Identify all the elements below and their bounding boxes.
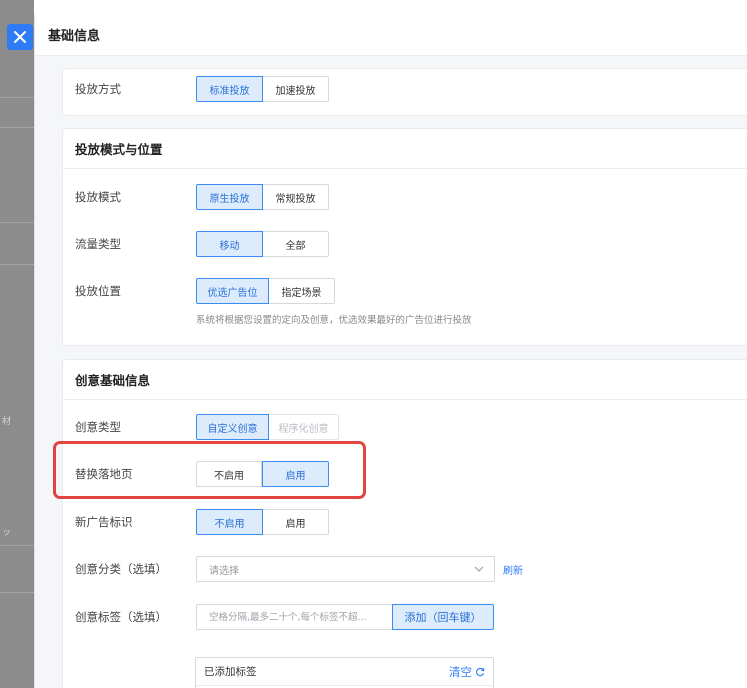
mode-row: 投放模式 原生投放 常规投放 [75, 183, 747, 211]
traffic-row: 流量类型 移动 全部 [75, 230, 747, 258]
creative-type-label: 创意类型 [75, 420, 121, 434]
mode-option-regular[interactable]: 常规投放 [263, 184, 329, 210]
traffic-option-mobile[interactable]: 移动 [196, 231, 263, 257]
clear-tags-label: 清空 [449, 664, 472, 679]
delivery-card: 投放方式 标准投放 加速投放 [62, 68, 747, 116]
added-tags-panel: 已添加标签 清空 [195, 657, 494, 688]
drawer-title: 基础信息 [35, 14, 747, 56]
new-tag-option-enabled[interactable]: 启用 [263, 509, 329, 535]
added-tags-header: 已添加标签 清空 [196, 658, 493, 686]
close-icon [14, 31, 26, 43]
drawer-panel: 基础信息 投放方式 标准投放 加速投放 投放模式与位置 投放模式 原生投放 常规… [34, 14, 747, 688]
tags-input[interactable] [196, 604, 392, 630]
position-row: 投放位置 优选广告位 指定场景 [75, 277, 747, 305]
backdrop-divider [0, 592, 34, 593]
landing-label: 替换落地页 [75, 467, 133, 481]
refresh-icon [476, 667, 485, 676]
creative-section-title: 创意基础信息 [63, 360, 747, 400]
added-tags-title: 已添加标签 [204, 666, 257, 678]
category-label: 创意分类（选填） [75, 562, 167, 576]
creative-type-option-programmatic[interactable]: 程序化创意 [269, 414, 339, 440]
position-label: 投放位置 [75, 284, 121, 298]
backdrop-text: ッ [2, 528, 12, 538]
position-option-optimized[interactable]: 优选广告位 [196, 278, 269, 304]
mode-position-card: 投放模式与位置 投放模式 原生投放 常规投放 流量类型 移动 全部 投放位置 优… [62, 128, 747, 346]
creative-card: 创意基础信息 创意类型 自定义创意 程序化创意 替换落地页 不启用 启用 新广告… [62, 359, 747, 688]
landing-row: 替换落地页 不启用 启用 [75, 460, 747, 488]
new-tag-label: 新广告标识 [75, 515, 133, 529]
category-placeholder: 请选择 [209, 565, 239, 577]
new-tag-row: 新广告标识 不启用 启用 [75, 508, 747, 536]
add-tag-button[interactable]: 添加（回车键） [392, 604, 494, 630]
delivery-option-standard[interactable]: 标准投放 [196, 76, 263, 102]
mode-segmented: 原生投放 常规投放 [196, 184, 329, 210]
delivery-option-accelerated[interactable]: 加速投放 [263, 76, 329, 102]
creative-type-option-custom[interactable]: 自定义创意 [196, 414, 269, 440]
mode-option-native[interactable]: 原生投放 [196, 184, 263, 210]
clear-tags-button[interactable]: 清空 [449, 664, 485, 680]
new-tag-segmented: 不启用 启用 [196, 509, 329, 535]
delivery-segmented: 标准投放 加速投放 [196, 76, 329, 102]
traffic-label: 流量类型 [75, 237, 121, 251]
category-refresh-link[interactable]: 刷新 [503, 562, 523, 577]
delivery-label: 投放方式 [75, 82, 121, 96]
mode-section-title: 投放模式与位置 [63, 129, 747, 169]
backdrop-divider [0, 264, 34, 265]
delivery-row: 投放方式 标准投放 加速投放 [75, 75, 747, 103]
mode-label: 投放模式 [75, 190, 121, 204]
close-button[interactable] [7, 24, 33, 50]
position-segmented: 优选广告位 指定场景 [196, 278, 335, 304]
backdrop-page: 材 ッ [0, 0, 34, 688]
backdrop-divider [0, 545, 34, 546]
position-hint: 系统将根据您设置的定向及创意，优选效果最好的广告位进行投放 [196, 315, 472, 326]
new-tag-option-disabled[interactable]: 不启用 [196, 509, 263, 535]
backdrop-divider [0, 97, 34, 98]
traffic-option-all[interactable]: 全部 [263, 231, 329, 257]
landing-option-enabled[interactable]: 启用 [262, 461, 329, 487]
tags-row: 创意标签（选填） 添加（回车键） [75, 603, 747, 631]
backdrop-divider [0, 222, 34, 223]
category-row: 创意分类（选填） 请选择 刷新 [75, 555, 747, 583]
landing-segmented: 不启用 启用 [196, 461, 329, 487]
category-select[interactable]: 请选择 [196, 556, 495, 582]
creative-type-segmented: 自定义创意 程序化创意 [196, 414, 339, 440]
traffic-segmented: 移动 全部 [196, 231, 329, 257]
tags-label: 创意标签（选填） [75, 610, 167, 624]
chevron-down-icon [474, 566, 484, 572]
landing-option-disabled[interactable]: 不启用 [196, 461, 262, 487]
creative-type-row: 创意类型 自定义创意 程序化创意 [75, 413, 747, 441]
backdrop-divider [0, 127, 34, 128]
backdrop-text: 材 [2, 417, 12, 427]
position-option-scene[interactable]: 指定场景 [269, 278, 335, 304]
